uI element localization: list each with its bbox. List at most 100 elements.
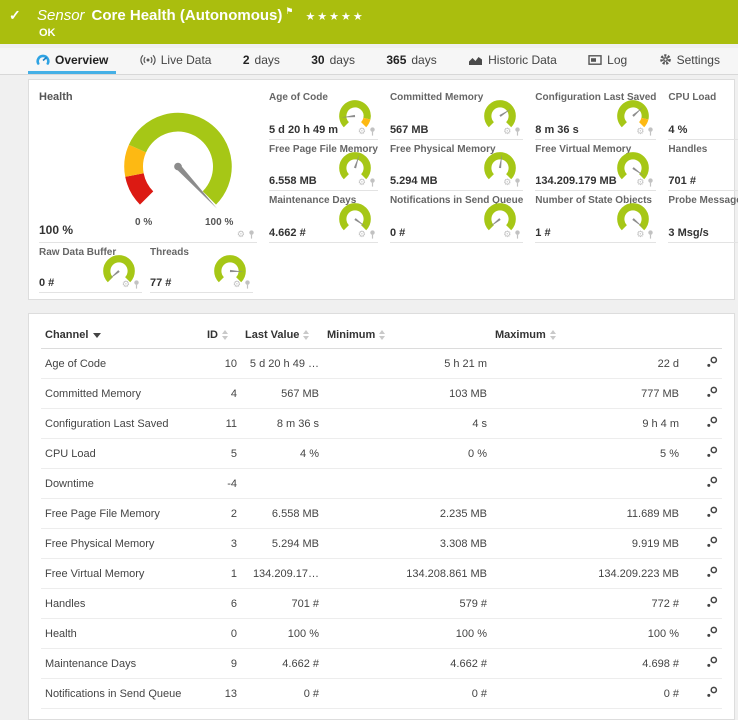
- channel-settings-icon[interactable]: [683, 619, 722, 649]
- column-header-maximum[interactable]: Maximum: [491, 322, 683, 349]
- tab-historic-data[interactable]: Historic Data: [460, 48, 565, 74]
- gauge-settings-gear-icon[interactable]: ⚙: [358, 230, 366, 239]
- table-row[interactable]: Notifications in Send Queue 13 0 # 0 # 0…: [41, 679, 722, 709]
- channel-settings-icon[interactable]: [683, 529, 722, 559]
- table-row[interactable]: Free Page File Memory 2 6.558 MB 2.235 M…: [41, 499, 722, 529]
- tab-log[interactable]: Log: [580, 48, 635, 74]
- tab-30-days[interactable]: 30 days: [303, 48, 363, 74]
- pin-icon[interactable]: [514, 127, 521, 136]
- channel-settings-icon[interactable]: [683, 349, 722, 379]
- channel-settings-icon[interactable]: [683, 469, 722, 499]
- pin-icon[interactable]: [647, 230, 654, 239]
- gauge-settings-gear-icon[interactable]: ⚙: [503, 127, 511, 136]
- gauge-cell[interactable]: Number of State Objects 1 # ⚙: [535, 191, 656, 243]
- column-header-channel[interactable]: Channel: [41, 322, 203, 349]
- gauge-cell[interactable]: Threads 77 # ⚙: [150, 243, 253, 293]
- gauge-cell[interactable]: Age of Code 5 d 20 h 49 m ⚙: [269, 88, 378, 140]
- channel-table-panel: Channel ID Last Value Minimum Maximum Ag…: [28, 313, 735, 720]
- column-header-last-value[interactable]: Last Value: [241, 322, 323, 349]
- pin-icon[interactable]: [248, 230, 255, 239]
- channel-settings-icon[interactable]: [683, 589, 722, 619]
- column-header-id[interactable]: ID: [203, 322, 241, 349]
- table-row[interactable]: Committed Memory 4 567 MB 103 MB 777 MB: [41, 379, 722, 409]
- gauge-settings-gear-icon[interactable]: ⚙: [636, 127, 644, 136]
- gauge-cell[interactable]: Free Virtual Memory 134.209.179 MB ⚙: [535, 140, 656, 192]
- channel-settings-icon[interactable]: [683, 499, 722, 529]
- channel-settings-icon[interactable]: [683, 409, 722, 439]
- gauge-settings-gear-icon[interactable]: ⚙: [237, 230, 245, 239]
- table-row[interactable]: Age of Code 10 5 d 20 h 49 … 5 h 21 m 22…: [41, 349, 722, 379]
- gauge-settings-gear-icon[interactable]: ⚙: [233, 280, 241, 289]
- priority-stars[interactable]: ★★★★★: [305, 11, 364, 23]
- tab-settings[interactable]: Settings: [651, 48, 728, 74]
- channel-name[interactable]: Committed Memory: [41, 379, 203, 409]
- gauge-cell[interactable]: Free Physical Memory 5.294 MB ⚙: [390, 140, 523, 192]
- tab-365-days[interactable]: 365 days: [378, 48, 444, 74]
- channel-name[interactable]: Maintenance Days: [41, 649, 203, 679]
- pin-icon[interactable]: [647, 127, 654, 136]
- table-row[interactable]: Handles 6 701 # 579 # 772 #: [41, 589, 722, 619]
- tab-2-days[interactable]: 2 days: [235, 48, 288, 74]
- channel-name[interactable]: Configuration Last Saved: [41, 409, 203, 439]
- gauge-settings-gear-icon[interactable]: ⚙: [636, 230, 644, 239]
- health-gauge-cell[interactable]: Health 0 % 100 % 100 % ⚙: [39, 88, 257, 243]
- pin-icon[interactable]: [647, 178, 654, 187]
- sort-icon: [379, 330, 386, 340]
- settings-gear-icon: [659, 53, 672, 66]
- table-row[interactable]: Free Physical Memory 3 5.294 MB 3.308 MB…: [41, 529, 722, 559]
- gauge-cell[interactable]: Handles 701 # ⚙: [668, 140, 738, 192]
- channel-name[interactable]: Health: [41, 619, 203, 649]
- gauge-cell[interactable]: Free Page File Memory 6.558 MB ⚙: [269, 140, 378, 192]
- channel-name[interactable]: CPU Load: [41, 439, 203, 469]
- channel-name[interactable]: Handles: [41, 589, 203, 619]
- channel-last-value: 4.662 #: [241, 649, 323, 679]
- gauge-settings-gear-icon[interactable]: ⚙: [358, 127, 366, 136]
- channel-settings-icon[interactable]: [683, 679, 722, 709]
- gauge-cell[interactable]: Committed Memory 567 MB ⚙: [390, 88, 523, 140]
- gauge-settings-gear-icon[interactable]: ⚙: [122, 280, 130, 289]
- sort-icon: [303, 330, 310, 340]
- table-row[interactable]: Configuration Last Saved 11 8 m 36 s 4 s…: [41, 409, 722, 439]
- pin-icon[interactable]: [244, 280, 251, 289]
- tab-label: Log: [607, 53, 627, 67]
- table-row[interactable]: Downtime -4: [41, 469, 722, 499]
- tab-overview[interactable]: Overview: [28, 48, 116, 74]
- gauge-settings-gear-icon[interactable]: ⚙: [358, 178, 366, 187]
- channel-name[interactable]: Free Physical Memory: [41, 529, 203, 559]
- pin-icon[interactable]: [369, 230, 376, 239]
- historic-data-icon: [468, 54, 483, 66]
- pin-icon[interactable]: [369, 178, 376, 187]
- channel-settings-icon[interactable]: [683, 649, 722, 679]
- tab-live-data[interactable]: Live Data: [132, 48, 220, 74]
- gauge-settings-gear-icon[interactable]: ⚙: [503, 230, 511, 239]
- gauge-cell[interactable]: Probe Messages per Second 3 Msg/s ⚙: [668, 191, 738, 243]
- gauge-settings-gear-icon[interactable]: ⚙: [636, 178, 644, 187]
- pin-icon[interactable]: [369, 127, 376, 136]
- gauge-cell[interactable]: Configuration Last Saved 8 m 36 s ⚙: [535, 88, 656, 140]
- gauge-cell[interactable]: Raw Data Buffer 0 # ⚙: [39, 243, 142, 293]
- channel-settings-icon[interactable]: [683, 439, 722, 469]
- gauge-value: 8 m 36 s: [535, 124, 578, 136]
- column-header-minimum[interactable]: Minimum: [323, 322, 491, 349]
- channel-name[interactable]: Free Virtual Memory: [41, 559, 203, 589]
- channel-name[interactable]: Notifications in Send Queue: [41, 679, 203, 709]
- gauge-settings-gear-icon[interactable]: ⚙: [503, 178, 511, 187]
- channel-settings-icon[interactable]: [683, 559, 722, 589]
- pin-icon[interactable]: [514, 178, 521, 187]
- pin-icon[interactable]: [514, 230, 521, 239]
- pin-icon[interactable]: [133, 280, 140, 289]
- table-row[interactable]: CPU Load 5 4 % 0 % 5 %: [41, 439, 722, 469]
- priority-flag-icon[interactable]: ⚑: [285, 6, 293, 16]
- table-row[interactable]: Maintenance Days 9 4.662 # 4.662 # 4.698…: [41, 649, 722, 679]
- gauge-cell[interactable]: Notifications in Send Queue 0 # ⚙: [390, 191, 523, 243]
- channel-name[interactable]: Downtime: [41, 469, 203, 499]
- gauge-cell[interactable]: Maintenance Days 4.662 # ⚙: [269, 191, 378, 243]
- table-row[interactable]: Health 0 100 % 100 % 100 %: [41, 619, 722, 649]
- table-row[interactable]: Free Virtual Memory 1 134.209.17… 134.20…: [41, 559, 722, 589]
- channel-name[interactable]: Age of Code: [41, 349, 203, 379]
- tab-bar: Overview Live Data 2 days 30 days 365 da…: [0, 48, 738, 75]
- channel-name[interactable]: Free Page File Memory: [41, 499, 203, 529]
- status-ok-check-icon: ✓: [9, 7, 21, 24]
- channel-settings-icon[interactable]: [683, 379, 722, 409]
- gauge-cell[interactable]: CPU Load 4 % ⚙: [668, 88, 738, 140]
